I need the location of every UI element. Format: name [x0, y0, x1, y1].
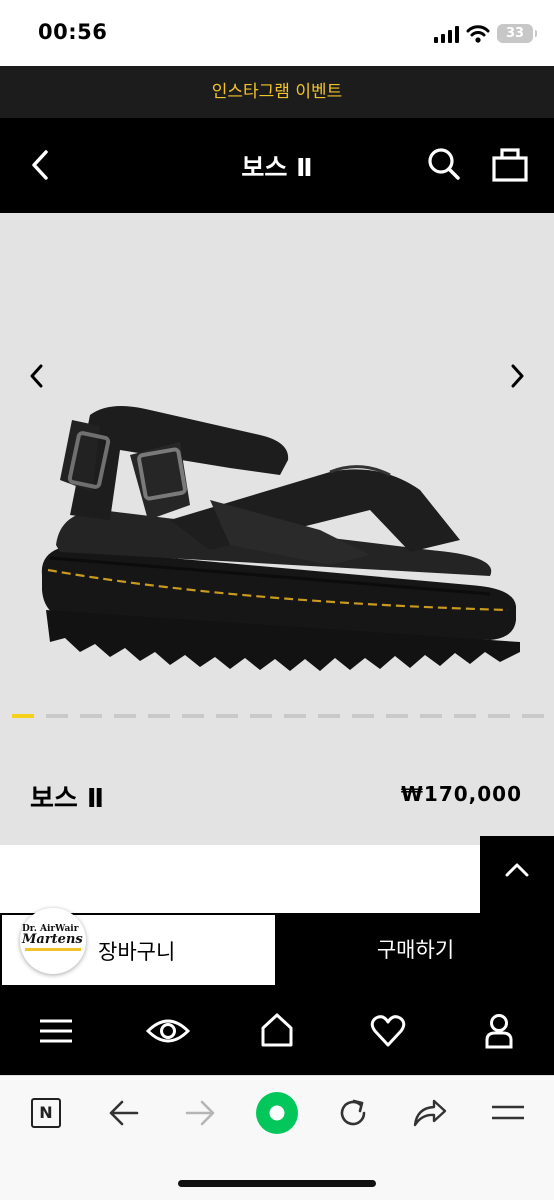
gallery-dot[interactable]: [352, 714, 374, 718]
buy-now-button[interactable]: 구매하기: [277, 913, 554, 987]
gallery-dot[interactable]: [46, 714, 68, 718]
gallery-dot[interactable]: [420, 714, 442, 718]
refresh-icon[interactable]: [336, 1096, 370, 1130]
gallery-dot[interactable]: [216, 714, 238, 718]
gallery-dot[interactable]: [386, 714, 408, 718]
gallery-dot[interactable]: [284, 714, 306, 718]
home-icon[interactable]: [260, 1012, 294, 1048]
brand-logo-band: [25, 948, 81, 951]
browser-forward-icon[interactable]: [184, 1098, 218, 1128]
browser-menu-icon[interactable]: [490, 1102, 526, 1124]
gallery-pagination: [12, 714, 544, 718]
my-account-icon[interactable]: [484, 1012, 514, 1050]
gallery-dot[interactable]: [454, 714, 476, 718]
wifi-icon: [466, 25, 490, 43]
shopping-bag-icon[interactable]: [490, 144, 530, 184]
gallery-dot[interactable]: [488, 714, 510, 718]
brand-logo-text: Martens: [22, 932, 83, 947]
product-price: ₩170,000: [400, 782, 522, 806]
product-name: 보스 Ⅱ: [30, 784, 105, 814]
menu-icon[interactable]: [38, 1016, 74, 1046]
green-dot-icon[interactable]: [254, 1090, 300, 1136]
gallery-dot[interactable]: [80, 714, 102, 718]
battery-indicator: 33: [497, 24, 537, 43]
event-banner[interactable]: 인스타그램 이벤트: [0, 66, 554, 118]
home-indicator: [178, 1180, 376, 1187]
gallery-dot[interactable]: [114, 714, 136, 718]
gallery-dot[interactable]: [250, 714, 272, 718]
cart-label: 장바구니: [98, 940, 176, 964]
browser-back-icon[interactable]: [106, 1098, 140, 1128]
naver-n-button[interactable]: N: [31, 1098, 61, 1128]
page-title: 보스 Ⅱ: [241, 153, 313, 182]
gallery-dot[interactable]: [182, 714, 204, 718]
search-icon[interactable]: [426, 146, 462, 182]
status-time: 00:56: [38, 20, 108, 44]
wishlist-heart-icon[interactable]: [370, 1014, 406, 1048]
cellular-signal-icon: [434, 26, 459, 43]
recently-viewed-eye-icon[interactable]: [145, 1014, 191, 1048]
gallery-dot[interactable]: [12, 714, 34, 718]
share-icon[interactable]: [412, 1098, 448, 1128]
gallery-dot[interactable]: [318, 714, 340, 718]
chevron-up-icon: [505, 863, 529, 877]
gallery-dot[interactable]: [148, 714, 170, 718]
gallery-dot[interactable]: [522, 714, 544, 718]
product-image-sandal: [41, 406, 520, 671]
